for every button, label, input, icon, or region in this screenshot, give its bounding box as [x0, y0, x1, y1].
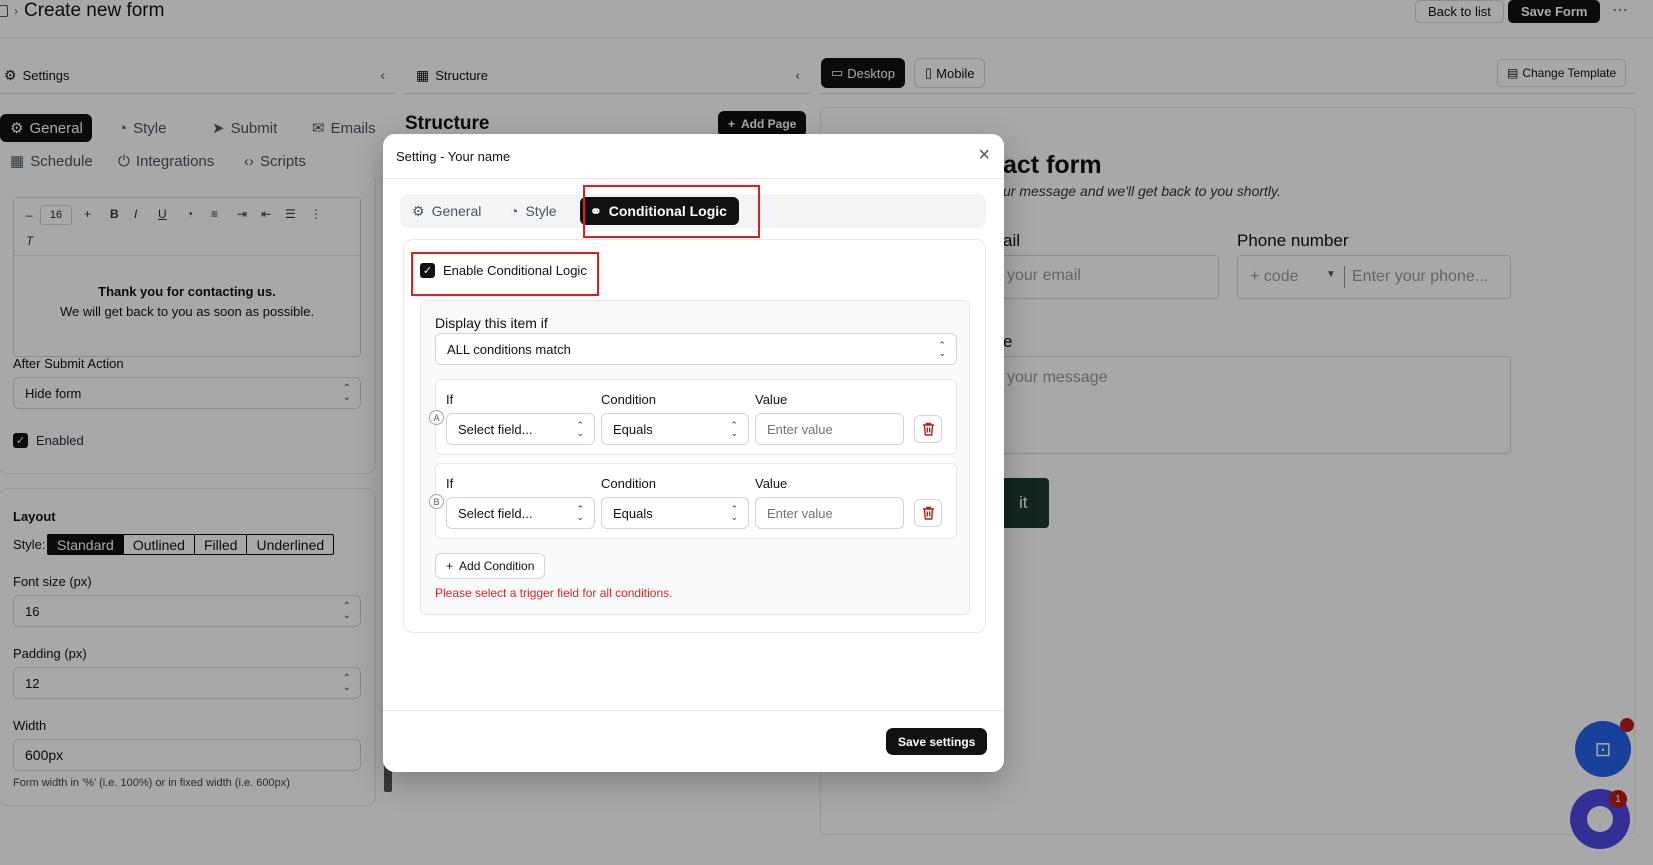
trash-icon — [922, 422, 934, 436]
display-if-label: Display this item if — [435, 315, 548, 331]
highlight-enable-box — [411, 252, 599, 296]
condition-select[interactable]: Equals ⌃ ⌄ — [601, 497, 749, 529]
condition-select[interactable]: Equals ⌃ ⌄ — [601, 413, 749, 445]
row-letter-a: A — [429, 410, 444, 425]
field-settings-modal: Setting - Your name × ⚙ General ◔ Style ⚭ C… — [383, 134, 1004, 772]
if-label: If — [446, 476, 454, 491]
value-input[interactable]: Enter value — [755, 413, 904, 445]
condition-row-a: A If Condition Value Select field... ⌃ ⌄ … — [429, 379, 957, 455]
chevron-updown-icon: ⌃ ⌄ — [938, 340, 946, 358]
modal-title: Setting - Your name — [396, 149, 511, 164]
condition-group: Display this item if ALL conditions matc… — [420, 300, 970, 615]
value-input[interactable]: Enter value — [755, 497, 904, 529]
palette-icon: ◔ — [510, 203, 519, 219]
value-label: Value — [755, 392, 788, 407]
gear-icon: ⚙ — [412, 202, 425, 219]
modal-tab-style[interactable]: ◔ Style — [500, 197, 567, 225]
match-type-select[interactable]: ALL conditions match ⌃ ⌄ — [435, 333, 957, 365]
chevron-updown-icon: ⌃ ⌄ — [576, 420, 584, 438]
trash-icon — [922, 506, 934, 520]
condition-label: Condition — [601, 392, 656, 407]
chevron-updown-icon: ⌃ ⌄ — [730, 420, 738, 438]
modal-tab-general[interactable]: ⚙ General — [402, 197, 491, 225]
delete-condition-button[interactable] — [914, 499, 942, 527]
conditional-logic-card: ✓ Enable Conditional Logic Display this … — [403, 239, 986, 633]
highlight-tab-box — [583, 185, 760, 238]
chevron-updown-icon: ⌃ ⌄ — [576, 504, 584, 522]
delete-condition-button[interactable] — [914, 415, 942, 443]
condition-row-b: B If Condition Value Select field... ⌃ ⌄ … — [429, 463, 957, 539]
chevron-updown-icon: ⌃ ⌄ — [730, 504, 738, 522]
add-condition-button[interactable]: + Add Condition — [435, 553, 546, 579]
if-label: If — [446, 392, 454, 407]
condition-label: Condition — [601, 476, 656, 491]
validation-error: Please select a trigger field for all co… — [435, 586, 673, 600]
row-letter-b: B — [429, 494, 444, 509]
modal-footer-divider — [383, 710, 1004, 711]
field-select[interactable]: Select field... ⌃ ⌄ — [446, 497, 595, 529]
close-icon[interactable]: × — [978, 144, 990, 167]
field-select[interactable]: Select field... ⌃ ⌄ — [446, 413, 595, 445]
save-settings-button[interactable]: Save settings — [886, 728, 988, 755]
modal-header-divider — [383, 178, 1004, 179]
value-label: Value — [755, 476, 788, 491]
plus-icon: + — [446, 559, 454, 573]
